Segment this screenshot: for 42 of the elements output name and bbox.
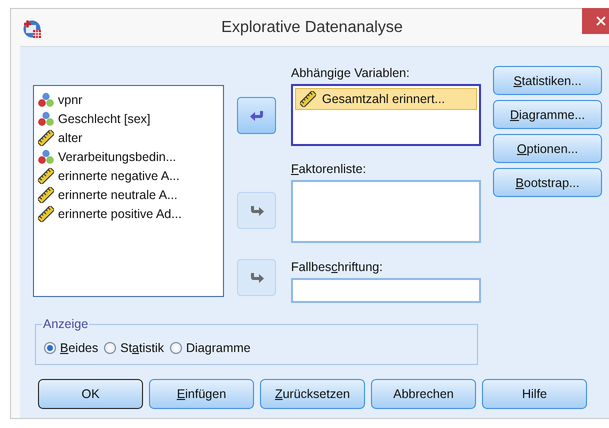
radio-option[interactable]: Diagramme: [170, 341, 251, 355]
variable-item[interactable]: Verarbeitungsbedin...: [58, 150, 176, 164]
three-balls-icon: [38, 92, 54, 108]
field-label: Abhängige Variablen:: [291, 66, 411, 81]
dependent-list[interactable]: Gesamtzahl erinnert...: [291, 84, 481, 146]
field-label: Fallbeschriftung:: [291, 260, 384, 275]
dialog-button[interactable]: Einfügen: [149, 379, 254, 409]
dialog-button[interactable]: Statistiken...: [493, 66, 602, 95]
move-button[interactable]: [237, 97, 276, 134]
label-field[interactable]: [291, 278, 481, 303]
ruler-icon: [38, 168, 54, 184]
variable-item[interactable]: erinnerte neutrale A...: [58, 188, 178, 202]
arrow-right-icon: [248, 272, 264, 284]
close-icon: [596, 16, 606, 26]
variable-item[interactable]: Gesamtzahl erinnert...: [295, 88, 477, 110]
dialog-button[interactable]: Zurücksetzen: [260, 379, 365, 409]
variable-item[interactable]: Geschlecht [sex]: [58, 112, 150, 126]
dialog-button[interactable]: Diagramme...: [493, 100, 602, 129]
group-title: Anzeige: [42, 317, 90, 331]
variable-item[interactable]: vpnr: [58, 92, 82, 106]
variable-item[interactable]: alter: [58, 130, 82, 144]
arrow-left-icon: [248, 110, 264, 122]
ruler-icon: [38, 130, 54, 146]
three-balls-icon: [38, 110, 54, 126]
spreadsheet-icon: [22, 19, 42, 39]
close-button[interactable]: [582, 8, 609, 34]
three-balls-icon: [38, 148, 54, 164]
variable-item[interactable]: erinnerte negative A...: [58, 168, 180, 182]
field-label: Faktorenliste:: [291, 162, 368, 177]
dialog-button[interactable]: OK: [38, 379, 143, 409]
dialog-button[interactable]: Bootstrap...: [493, 168, 602, 197]
dialog-button[interactable]: Hilfe: [482, 379, 587, 409]
window-title: Explorative Datenanalyse: [221, 19, 403, 37]
ruler-icon: [38, 206, 54, 222]
radio-option[interactable]: Statistik: [104, 341, 164, 355]
arrow-right-icon: [248, 204, 264, 216]
radio-option[interactable]: Beides: [44, 341, 98, 355]
ruler-icon: [300, 91, 316, 107]
ruler-icon: [38, 186, 54, 202]
dialog-button[interactable]: Abbrechen: [371, 379, 476, 409]
dialog-button[interactable]: Optionen...: [493, 134, 602, 163]
variable-item[interactable]: erinnerte positive Ad...: [58, 206, 182, 220]
